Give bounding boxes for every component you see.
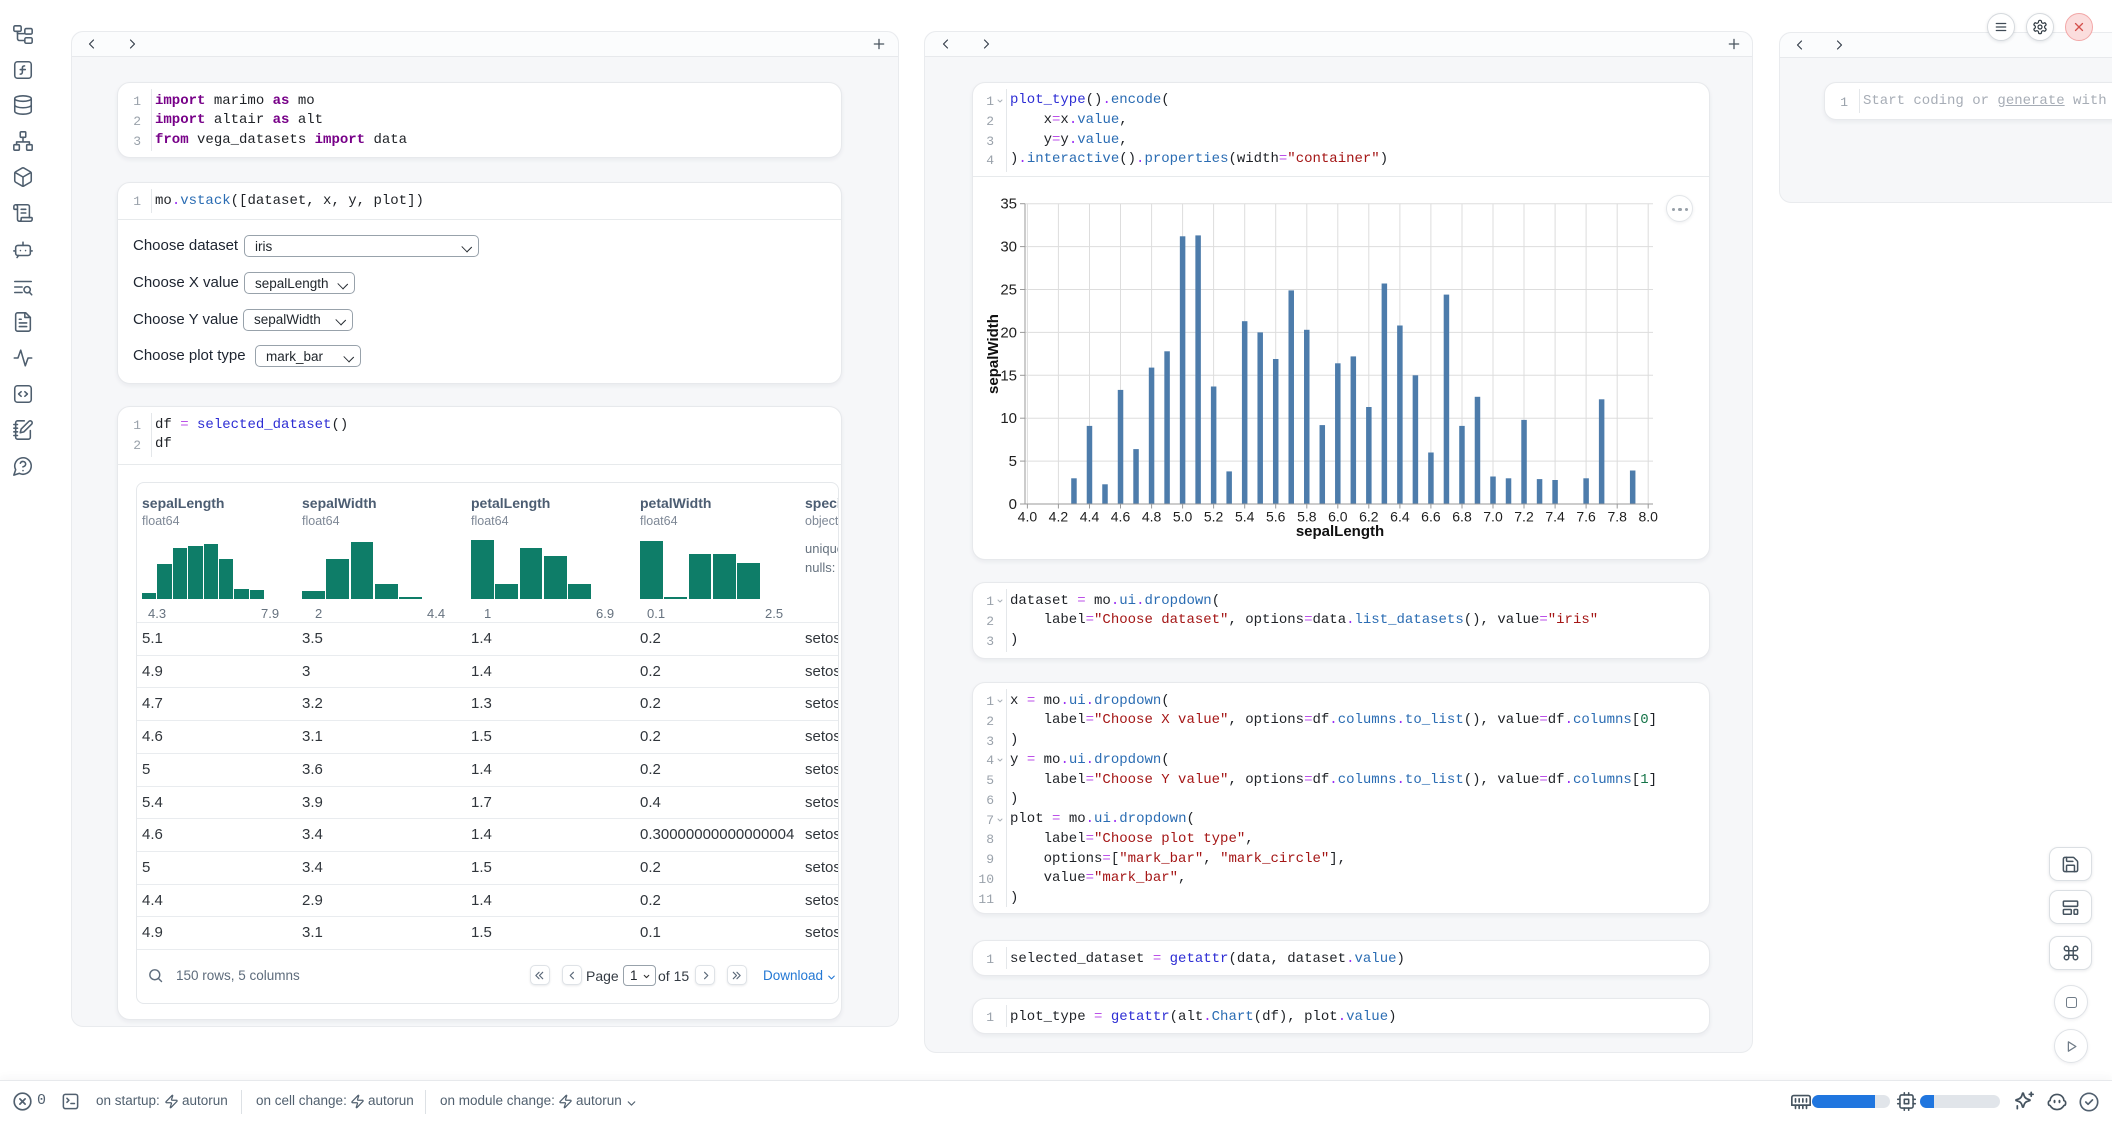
svg-text:20: 20 [1000,324,1017,341]
svg-text:4.4: 4.4 [1080,509,1100,525]
svg-text:5.0: 5.0 [1173,509,1193,525]
svg-text:7.0: 7.0 [1483,509,1503,525]
svg-text:30: 30 [1000,239,1017,256]
svg-text:15: 15 [1000,367,1017,384]
svg-text:4.8: 4.8 [1142,509,1162,525]
svg-text:6.8: 6.8 [1452,509,1472,525]
svg-text:4.0: 4.0 [1018,509,1038,525]
svg-text:sepalWidth: sepalWidth [985,314,1002,394]
svg-text:6.6: 6.6 [1421,509,1441,525]
svg-text:7.2: 7.2 [1514,509,1534,525]
svg-text:5.6: 5.6 [1266,509,1286,525]
svg-text:10: 10 [1000,410,1017,427]
svg-text:sepalLength: sepalLength [1296,523,1384,540]
svg-text:7.4: 7.4 [1545,509,1565,525]
svg-text:6.4: 6.4 [1390,509,1410,525]
svg-text:35: 35 [1000,196,1017,213]
svg-text:7.8: 7.8 [1607,509,1627,525]
svg-text:25: 25 [1000,282,1017,299]
svg-text:5: 5 [1009,453,1017,470]
svg-text:7.6: 7.6 [1576,509,1596,525]
svg-text:5.2: 5.2 [1204,509,1224,525]
svg-text:4.2: 4.2 [1049,509,1069,525]
svg-text:5.4: 5.4 [1235,509,1255,525]
svg-text:4.6: 4.6 [1111,509,1131,525]
svg-text:0: 0 [1009,496,1017,513]
svg-text:8.0: 8.0 [1638,509,1658,525]
